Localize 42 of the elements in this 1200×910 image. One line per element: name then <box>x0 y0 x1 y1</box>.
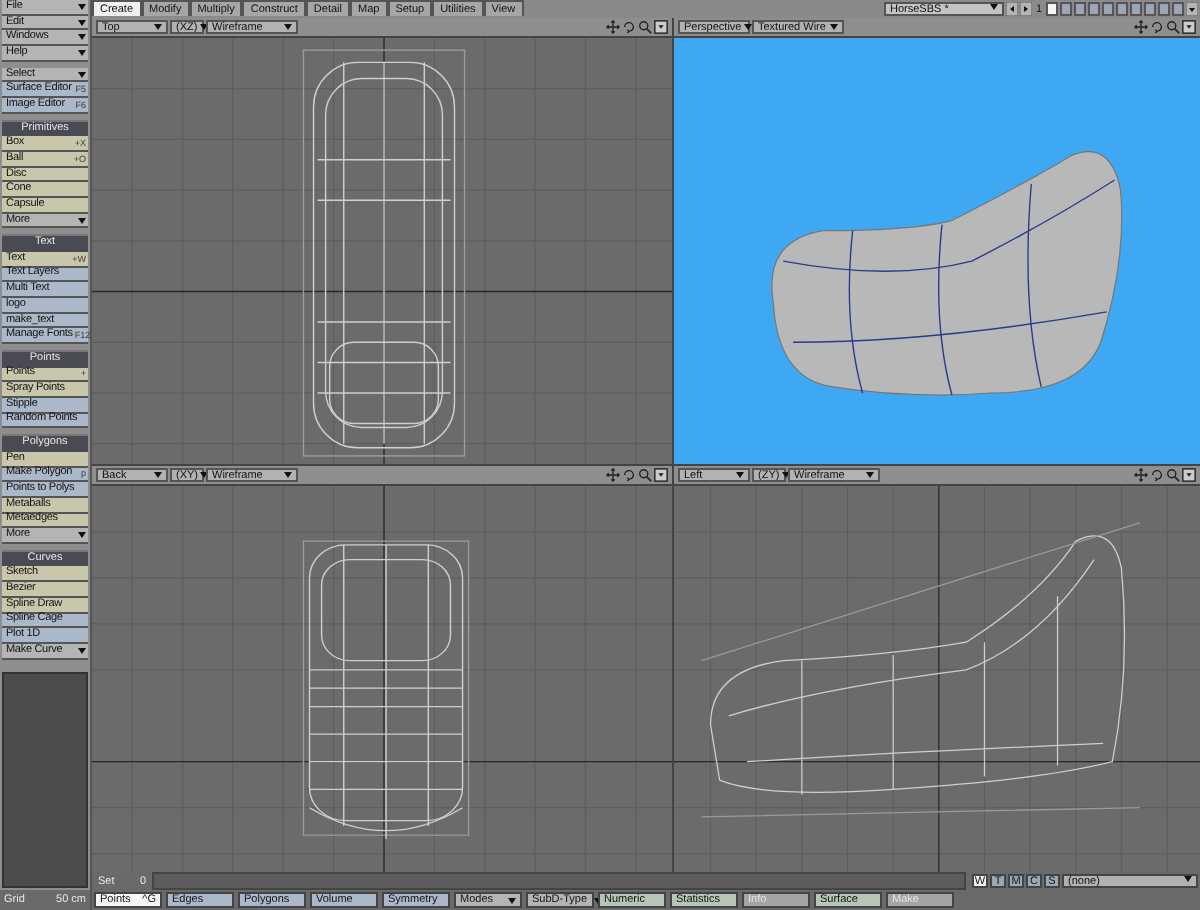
maximize-icon[interactable] <box>654 468 668 482</box>
layer-toggle[interactable] <box>1172 2 1184 16</box>
caret-icon <box>830 24 838 30</box>
layer-toggle[interactable] <box>1074 2 1086 16</box>
caret-icon <box>284 24 292 30</box>
caret-icon <box>1184 876 1192 882</box>
layer-toggle[interactable] <box>1060 2 1072 16</box>
caret-icon <box>990 4 998 10</box>
zoom-icon[interactable] <box>1166 468 1180 482</box>
zoom-icon[interactable] <box>638 20 652 34</box>
caret-icon <box>736 472 744 478</box>
layer-toggle[interactable] <box>1144 2 1156 16</box>
layer-toggle[interactable] <box>1046 2 1058 16</box>
caret-icon <box>154 24 162 30</box>
dropdown-icon[interactable] <box>1186 2 1198 16</box>
move-icon[interactable] <box>606 20 620 34</box>
layer-toggle[interactable] <box>1088 2 1100 16</box>
caret-icon <box>284 472 292 478</box>
rotate-icon[interactable] <box>622 468 636 482</box>
move-icon[interactable] <box>606 468 620 482</box>
maximize-icon[interactable] <box>1182 468 1196 482</box>
move-icon[interactable] <box>1134 20 1148 34</box>
layer-toggle[interactable] <box>1102 2 1114 16</box>
caret-icon <box>743 24 752 30</box>
left-arrow-icon[interactable] <box>1006 2 1018 16</box>
caret-icon <box>866 472 874 478</box>
layer-toggle[interactable] <box>1158 2 1170 16</box>
zoom-icon[interactable] <box>638 468 652 482</box>
move-icon[interactable] <box>1134 468 1148 482</box>
rotate-icon[interactable] <box>1150 468 1164 482</box>
caret-icon <box>508 897 516 903</box>
maximize-icon[interactable] <box>1182 20 1196 34</box>
caret-icon <box>154 472 162 478</box>
layer-toggle[interactable] <box>1116 2 1128 16</box>
layer-toggle[interactable] <box>1130 2 1142 16</box>
caret-icon <box>78 3 86 10</box>
zoom-icon[interactable] <box>1166 20 1180 34</box>
right-arrow-icon[interactable] <box>1020 2 1032 16</box>
rotate-icon[interactable] <box>1150 20 1164 34</box>
maximize-icon[interactable] <box>654 20 668 34</box>
rotate-icon[interactable] <box>622 20 636 34</box>
caret-icon <box>78 71 86 78</box>
